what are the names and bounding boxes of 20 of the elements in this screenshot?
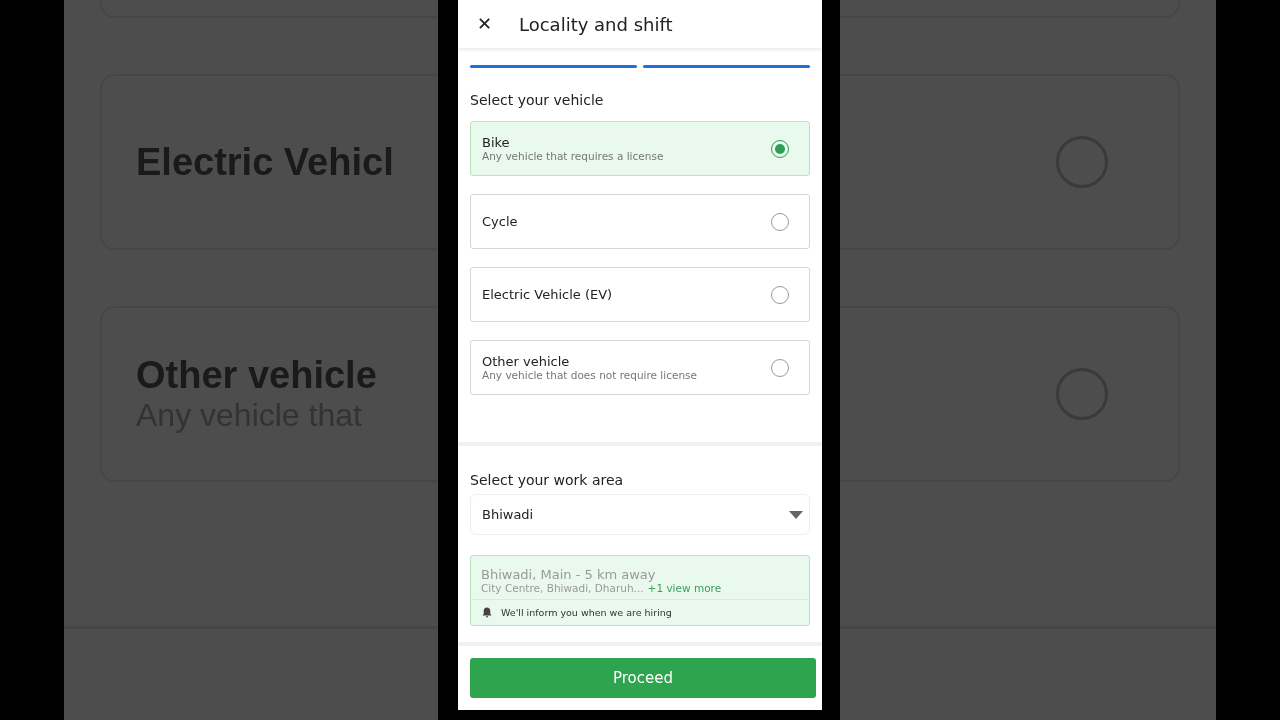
close-button[interactable]: ✕ [475, 13, 493, 35]
vehicle-option[interactable]: Electric Vehicle (EV) [470, 267, 810, 322]
option-label: Bike [482, 135, 511, 150]
option-label: Other vehicle [482, 354, 571, 369]
location-name: Bhiwadi, Main - 5 km away [481, 567, 657, 582]
bell-icon [482, 607, 492, 618]
vehicle-option[interactable]: Other vehicle Any vehicle that does not require license [470, 340, 810, 395]
vehicle-option[interactable]: Cycle [470, 194, 810, 249]
location-areas: City Centre, Bhiwadi, Dharuh... [481, 582, 644, 594]
option-label: Cycle [482, 214, 518, 229]
work-area-dropdown[interactable]: Bhiwadi [470, 494, 810, 535]
option-description: Any vehicle that does not require license [482, 369, 697, 381]
option-label: Electric Vehicle (EV) [482, 287, 613, 302]
section-title: Select your work area [470, 472, 625, 488]
vehicle-option[interactable]: Bike Any vehicle that requires a license [470, 121, 810, 176]
caret-icon [789, 510, 803, 519]
screen-title: Locality and shift [519, 13, 673, 35]
section-title: Select your vehicle [470, 92, 605, 108]
hiring-notice: We'll inform you when we are hiring [501, 607, 672, 618]
option-description: Any vehicle that requires a license [482, 150, 664, 162]
